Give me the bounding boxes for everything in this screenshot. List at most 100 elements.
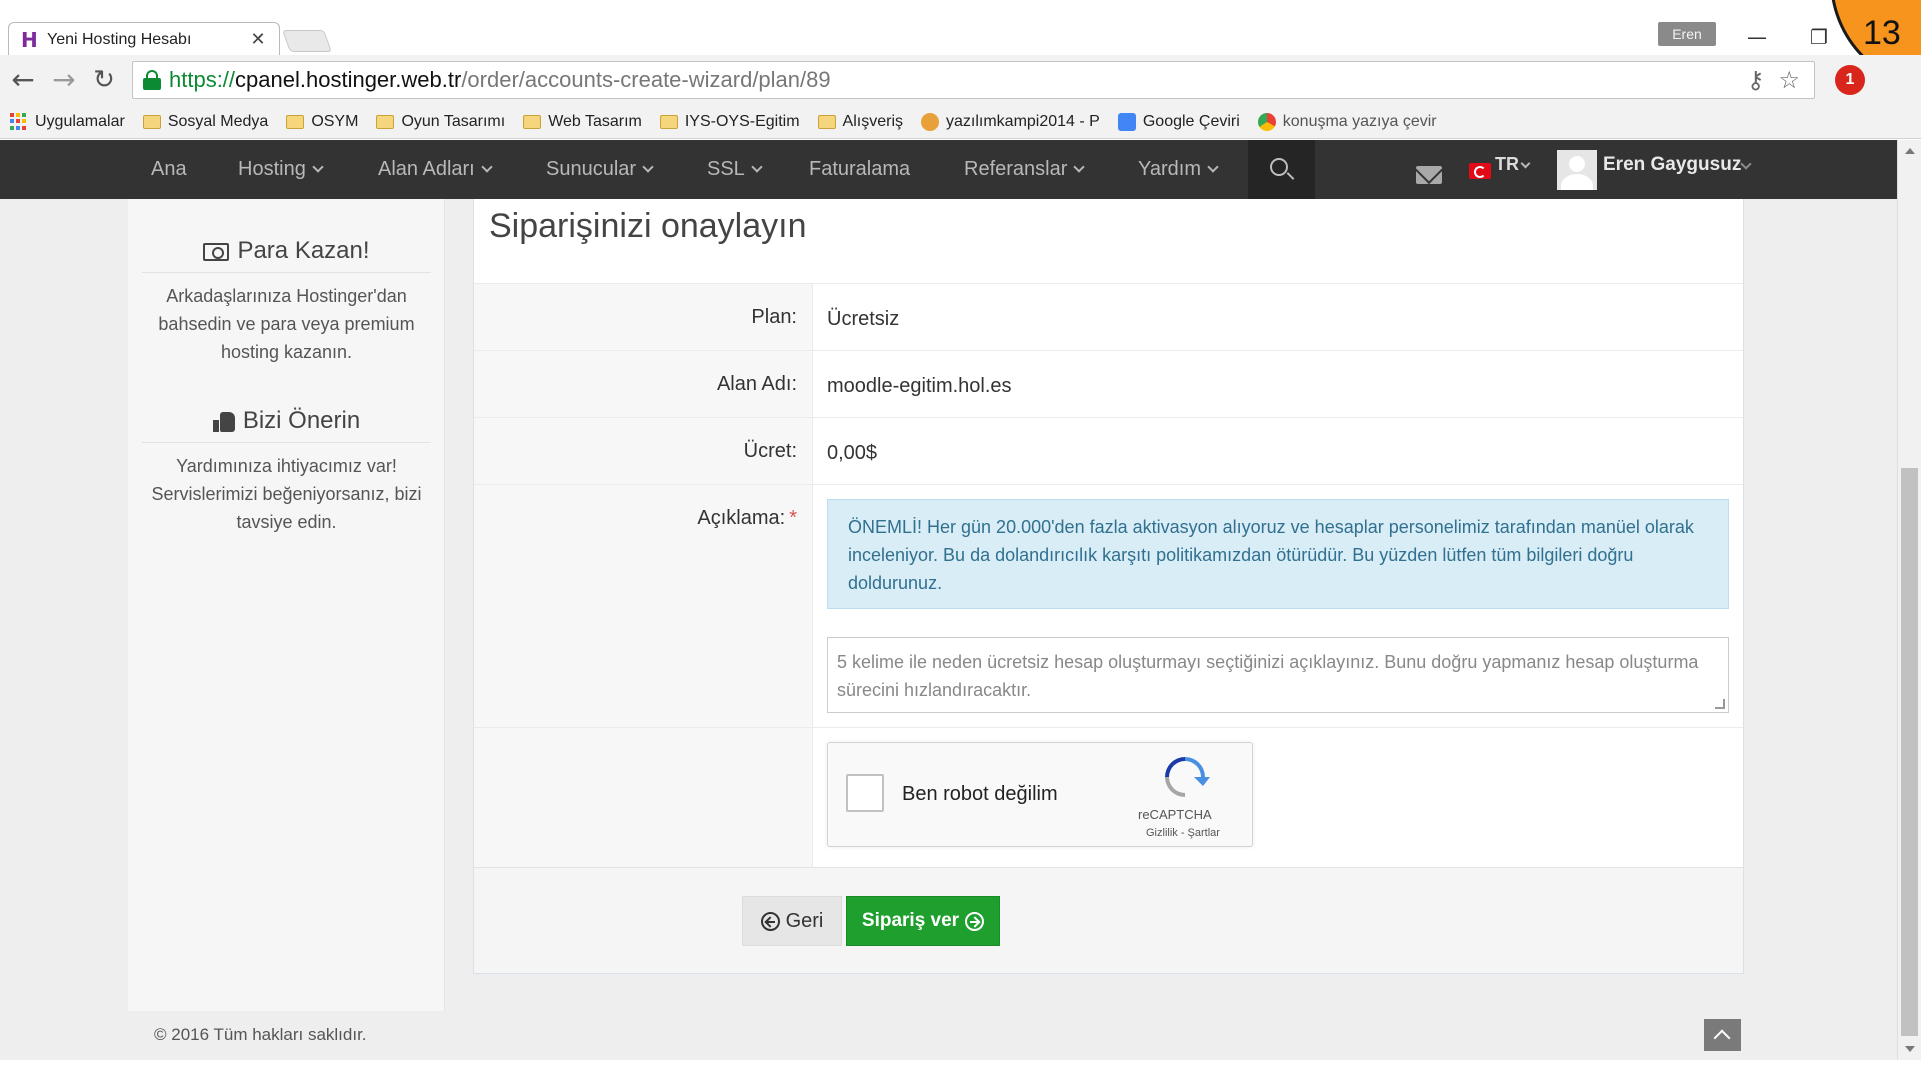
reload-icon[interactable]: ↻ [89,65,119,95]
bookmark-label: Sosyal Medya [167,112,269,130]
browser-tab-active[interactable]: H Yeni Hosting Hesabı ✕ [8,22,280,56]
page-scrollbar[interactable] [1897,140,1921,1060]
chevron-down-icon [1073,161,1086,173]
back-arrow-icon[interactable]: ← [8,65,38,95]
bookmarks-bar: Uygulamalar Sosyal Medya OSYM Oyun Tasar… [0,105,1921,139]
nav-item-referanslar[interactable]: Referanslar [964,140,1086,199]
recommend-description: Yardımınıza ihtiyacımız var! Servislerim… [151,456,422,532]
earn-section-title: Para Kazan! [128,237,445,265]
mail-icon[interactable] [1416,166,1442,184]
hostinger-favicon-icon: H [21,27,38,52]
nav-label: Referanslar [964,158,1068,180]
nav-label: Sunucular [546,158,637,180]
arrow-left-circle-icon [760,911,780,931]
recaptcha-terms-link[interactable]: Gizlilik - Şartlar [1146,827,1220,839]
bookmark-folder-iys-oys[interactable]: IYS-OYS-Egitim [659,112,800,131]
chevron-down-icon [751,161,763,173]
chevron-down-icon [312,161,324,173]
key-icon[interactable]: ⚷ [1747,66,1765,94]
earn-description: Arkadaşlarınıza Hostinger'dan bahsedin v… [158,286,415,362]
user-menu[interactable]: Eren Gaygusuz [1603,154,1741,176]
url-actions: ⚷ ☆ [1747,66,1800,94]
bookmark-konusma[interactable]: konuşma yazıya çevir [1257,112,1437,131]
scroll-to-top-button[interactable] [1704,1019,1741,1051]
captcha-checkbox[interactable] [846,774,884,812]
extension-icon[interactable]: 1 [1835,65,1865,95]
bookmark-google-ceviri[interactable]: Google Çeviri [1117,112,1240,131]
lock-icon [143,70,161,90]
bookmark-folder-osym[interactable]: OSYM [286,113,358,131]
search-button[interactable] [1248,140,1315,199]
turkey-flag-icon [1469,163,1491,179]
scroll-up-icon[interactable] [1905,148,1915,154]
search-icon [1270,158,1288,176]
language-selector[interactable]: TR [1495,154,1519,175]
divider [142,442,431,443]
minimize-button[interactable]: — [1737,20,1777,54]
address-bar[interactable]: https://cpanel.hostinger.web.tr/order/ac… [132,61,1815,99]
nav-item-sunucular[interactable]: Sunucular [546,140,654,199]
folder-icon [659,114,678,129]
bookmark-yazilimkampi[interactable]: yazılımkampi2014 - P [921,112,1100,131]
description-label: Açıklama: * [697,507,797,530]
profile-badge[interactable]: Eren [1658,22,1716,46]
url-scheme: https:// [169,67,236,92]
translate-icon [1117,112,1136,131]
nav-label: SSL [707,158,745,180]
new-tab-button[interactable] [281,30,333,52]
nav-label: Faturalama [809,158,911,180]
nav-item-hosting[interactable]: Hosting [238,140,324,199]
plan-row: Plan: Ücretsiz [474,283,1743,350]
description-label-text: Açıklama: [697,507,786,529]
bookmark-folder-sosyal-medya[interactable]: Sosyal Medya [142,112,269,131]
chevron-down-icon [642,161,654,173]
nav-item-ana[interactable]: Ana [151,140,187,199]
bookmark-label: konuşma yazıya çevir [1282,112,1437,130]
restore-button[interactable]: ❐ [1799,20,1839,54]
recommend-title-text: Bizi Önerin [242,407,361,434]
bookmark-apps[interactable]: Uygulamalar [10,112,125,131]
domain-row: Alan Adı: moodle-egitim.hol.es [474,350,1743,417]
nav-item-faturalama[interactable]: Faturalama [809,140,910,199]
bookmark-folder-oyun-tasarimi[interactable]: Oyun Tasarımı [376,113,505,131]
folder-icon [376,114,395,129]
label-cell: Açıklama: * [474,485,813,727]
bookmark-label: OSYM [311,112,359,130]
bookmark-label: Google Çeviri [1142,112,1240,130]
avatar[interactable] [1557,150,1597,190]
scroll-down-icon[interactable] [1905,1046,1915,1052]
nav-item-ssl[interactable]: SSL [707,140,763,199]
bookmark-folder-alisveris[interactable]: Alışveriş [817,113,903,131]
tab-title: Yeni Hosting Hesabı [47,30,192,48]
copyright-text: © 2016 Tüm hakları saklıdır. [154,1025,367,1044]
back-button-label: Geri [785,909,824,932]
recaptcha-brand: reCAPTCHA [1138,807,1212,822]
chevron-down-icon [1207,161,1219,173]
recommend-section-title: Bizi Önerin [128,407,445,435]
nav-label: Ana [151,158,187,180]
captcha-row: Ben robot değilim reCAPTCHA Gizlilik - Ş… [474,727,1743,867]
bookmark-label: IYS-OYS-Egitim [684,112,800,130]
textarea-placeholder: 5 kelime ile neden ücretsiz hesap oluştu… [837,652,1699,700]
resize-handle-icon[interactable] [1715,699,1725,709]
star-icon[interactable]: ☆ [1778,66,1800,94]
place-order-button[interactable]: Sipariş ver [846,896,1000,946]
description-textarea[interactable]: 5 kelime ile neden ücretsiz hesap oluştu… [827,637,1729,713]
nav-item-yardim[interactable]: Yardım [1138,140,1219,199]
slide-number: 13 [1863,14,1901,52]
order-confirm-panel: Siparişinizi onaylayın Plan: Ücretsiz Al… [473,199,1744,974]
forward-arrow-icon[interactable]: → [49,65,79,95]
domain-value: moodle-egitim.hol.es [827,375,1012,397]
plan-value: Ücretsiz [827,308,900,330]
bookmark-folder-web-tasarim[interactable]: Web Tasarım [523,113,642,131]
browser-window: H Yeni Hosting Hesabı ✕ Eren — ❐ 13 ← → … [0,0,1921,1080]
scrollbar-thumb[interactable] [1901,468,1918,1036]
price-value: 0,00$ [827,442,878,464]
nav-item-alan-adlari[interactable]: Alan Adları [378,140,493,199]
tab-close-icon[interactable]: ✕ [249,29,267,50]
panel-actions: Geri Sipariş ver [474,867,1743,973]
bookmark-label: Uygulamalar [35,112,125,130]
back-button[interactable]: Geri [742,896,842,946]
apps-icon [10,112,28,131]
folder-icon [142,114,161,129]
